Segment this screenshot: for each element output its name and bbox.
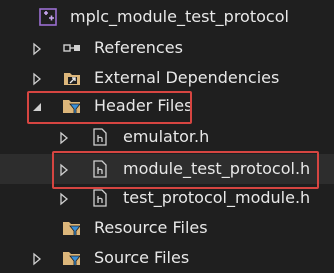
tree-item-test-protocol-module-h[interactable]: test_protocol_module.h: [0, 183, 334, 213]
tree-item-external-dependencies[interactable]: External Dependencies: [0, 63, 334, 93]
filter-folder-icon: [62, 218, 82, 238]
tree-item-label: mplc_module_test_protocol: [70, 7, 289, 26]
tree-item-emulator-h[interactable]: emulator.h: [0, 122, 334, 152]
header-file-icon: [90, 159, 110, 179]
tree-item-label: External Dependencies: [94, 68, 280, 87]
tree-item-label: emulator.h: [123, 127, 210, 146]
tree-item-header-files[interactable]: Header Files: [0, 91, 334, 121]
header-file-icon: [90, 127, 110, 147]
filter-folder-icon: [62, 248, 82, 268]
tree-item-label: module_test_protocol.h: [123, 159, 311, 178]
chevron-down-icon[interactable]: [30, 99, 44, 113]
tree-item-module-test-protocol-h[interactable]: module_test_protocol.h: [0, 154, 334, 184]
tree-item-label: Source Files: [94, 248, 190, 267]
tree-item-label: Header Files: [94, 96, 193, 115]
chevron-right-icon[interactable]: [30, 71, 44, 86]
header-file-icon: [90, 188, 110, 208]
references-icon: [62, 38, 82, 58]
tree-item-label: References: [94, 38, 183, 57]
tree-item-project[interactable]: mplc_module_test_protocol: [0, 2, 334, 32]
tree-item-label: Resource Files: [94, 218, 208, 237]
external-dependencies-icon: [62, 68, 82, 88]
tree-item-references[interactable]: References: [0, 33, 334, 63]
tree-item-source-files[interactable]: Source Files: [0, 243, 334, 273]
chevron-right-icon[interactable]: [57, 130, 71, 145]
chevron-right-icon[interactable]: [57, 162, 71, 177]
cpp-project-icon: [38, 7, 58, 27]
tree-item-label: test_protocol_module.h: [123, 188, 311, 207]
chevron-right-icon[interactable]: [57, 191, 71, 206]
tree-item-resource-files[interactable]: Resource Files: [0, 213, 334, 243]
filter-folder-icon: [62, 96, 82, 116]
chevron-right-icon[interactable]: [30, 251, 44, 266]
chevron-right-icon[interactable]: [30, 41, 44, 56]
